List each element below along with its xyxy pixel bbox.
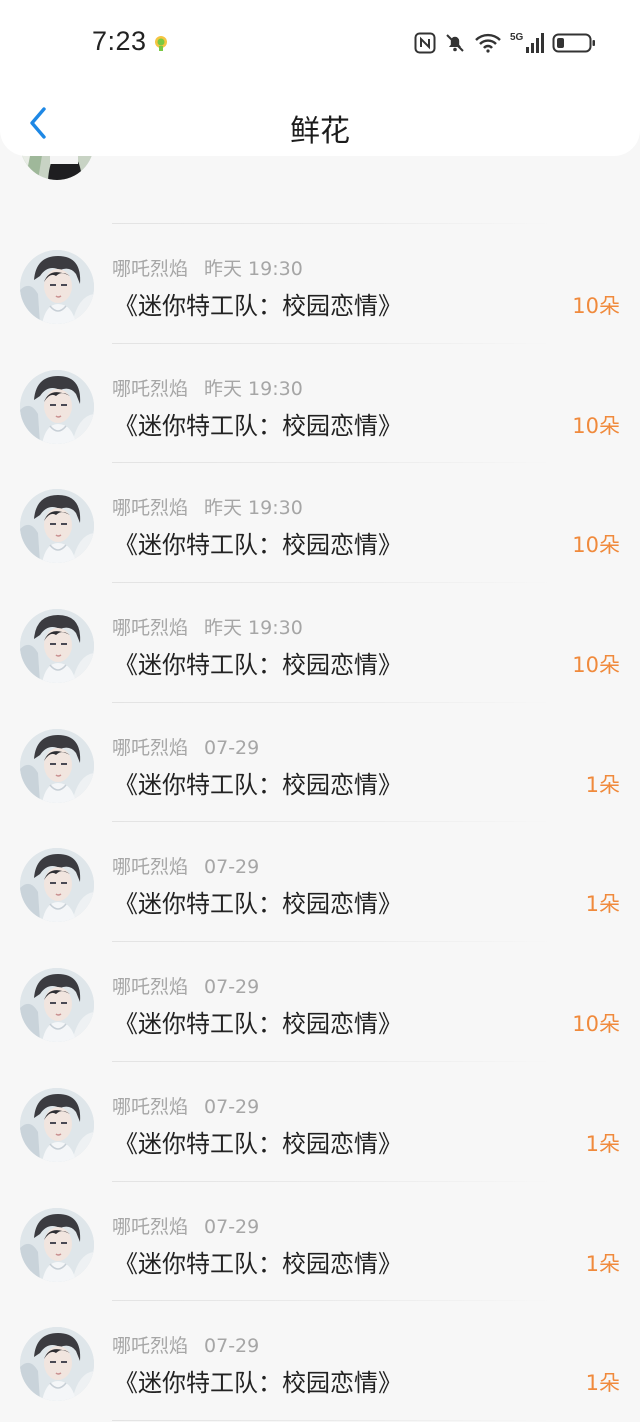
work-title[interactable]: 《迷你特工队：校园恋情》	[114, 1363, 402, 1398]
item-meta: 哪吒烈焰 昨天 19:30	[112, 254, 303, 281]
app-notification-icon	[155, 36, 167, 51]
gift-time: 07-29	[204, 856, 260, 879]
avatar[interactable]	[20, 968, 94, 1043]
avatar[interactable]	[20, 609, 94, 684]
list-item[interactable]: 哪吒烈焰 07-29 《迷你特工队：校园恋情》 1朵	[0, 1182, 640, 1302]
user-name[interactable]: 哪吒烈焰	[112, 1335, 188, 1357]
gift-time: 昨天 19:30	[204, 258, 303, 280]
nav-header: 鲜花	[0, 88, 640, 156]
list-item[interactable]: 哪吒烈焰 07-29 《迷你特工队：校园恋情》 10朵	[0, 942, 640, 1062]
flower-count: 1朵	[585, 1251, 620, 1276]
flower-count: 10朵	[572, 1012, 620, 1037]
work-title[interactable]: 《迷你特工队：校园恋情》	[114, 1244, 402, 1279]
battery-icon	[552, 31, 596, 55]
page-title: 鲜花	[290, 114, 350, 149]
list-item[interactable]: 哪吒烈焰 07-29 《迷你特工队：校园恋情》 1朵	[0, 822, 640, 943]
flower-count: 1朵	[585, 1371, 620, 1396]
flower-count: 10朵	[572, 653, 620, 678]
flower-list[interactable]: 《迷你特工队：校园恋情》 10朵 哪吒烈焰昨天 19:30 《迷你特工队：校园恋…	[0, 104, 640, 1421]
gift-time: 昨天 19:30	[204, 617, 303, 640]
list-item[interactable]: 哪吒烈焰 昨天 19:30 《迷你特工队：校园恋情》 10朵	[0, 344, 640, 464]
status-bar: 7:23 5G	[0, 0, 640, 86]
work-title[interactable]: 《迷你特工队：校园恋情》	[114, 406, 402, 441]
user-name[interactable]: 哪吒烈焰	[112, 378, 188, 400]
gift-time: 07-29	[204, 736, 260, 759]
avatar[interactable]	[20, 369, 94, 444]
flower-count: 1朵	[585, 892, 620, 917]
user-name[interactable]: 哪吒烈焰	[112, 856, 188, 878]
user-name[interactable]: 哪吒烈焰	[112, 258, 188, 280]
list-item[interactable]: 哪吒烈焰 07-29 《迷你特工队：校园恋情》 1朵	[0, 703, 640, 823]
avatar[interactable]	[20, 848, 94, 923]
flower-count: 10朵	[572, 413, 620, 438]
item-meta: 哪吒烈焰 07-29	[112, 1092, 259, 1119]
item-meta: 哪吒烈焰 07-29	[112, 1212, 259, 1239]
avatar[interactable]	[20, 489, 94, 564]
mute-bell-icon	[444, 31, 466, 55]
avatar[interactable]	[20, 250, 94, 324]
gift-time: 07-29	[204, 1335, 260, 1358]
list-item[interactable]: 哪吒烈焰 昨天 19:30 《迷你特工队：校园恋情》 10朵	[0, 224, 640, 344]
flower-count: 1朵	[585, 1131, 620, 1156]
user-name[interactable]: 哪吒烈焰	[112, 976, 188, 998]
list-item[interactable]: 哪吒烈焰 昨天 19:30 《迷你特工队：校园恋情》 10朵	[0, 583, 640, 703]
user-name[interactable]: 哪吒烈焰	[112, 497, 188, 519]
wifi-icon	[474, 31, 502, 55]
gift-time: 07-29	[204, 1095, 260, 1118]
work-title[interactable]: 《迷你特工队：校园恋情》	[114, 765, 402, 800]
item-meta: 哪吒烈焰 昨天 19:30	[112, 493, 303, 520]
work-title[interactable]: 《迷你特工队：校园恋情》	[114, 1124, 402, 1159]
avatar[interactable]	[20, 1207, 94, 1282]
work-title[interactable]: 《迷你特工队：校园恋情》	[114, 884, 402, 919]
work-title[interactable]: 《迷你特工队：校园恋情》	[114, 286, 402, 321]
item-meta: 哪吒烈焰 07-29	[112, 852, 259, 879]
divider	[112, 1419, 552, 1421]
item-meta: 哪吒烈焰 07-29	[112, 972, 259, 999]
user-name[interactable]: 哪吒烈焰	[112, 617, 188, 639]
avatar[interactable]	[20, 1087, 94, 1162]
work-title[interactable]: 《迷你特工队：校园恋情》	[114, 525, 402, 560]
work-title[interactable]: 《迷你特工队：校园恋情》	[114, 645, 402, 680]
top-bar: 7:23 5G 鲜花	[0, 0, 640, 156]
5g-signal-icon: 5G	[510, 31, 544, 55]
network-label: 5G	[510, 32, 524, 43]
list-item[interactable]: 哪吒烈焰 07-29 《迷你特工队：校园恋情》 1朵	[0, 1062, 640, 1182]
item-meta: 哪吒烈焰 昨天 19:30	[112, 613, 303, 640]
list-item[interactable]: 哪吒烈焰 07-29 《迷你特工队：校园恋情》 1朵	[0, 1301, 640, 1421]
item-meta: 哪吒烈焰 07-29	[112, 733, 259, 760]
item-meta: 哪吒烈焰 07-29	[112, 1331, 259, 1358]
gift-time: 07-29	[204, 1215, 260, 1238]
user-name[interactable]: 哪吒烈焰	[112, 1096, 188, 1118]
item-meta: 哪吒烈焰 昨天 19:30	[112, 374, 303, 401]
avatar[interactable]	[20, 1327, 94, 1402]
nfc-icon	[414, 31, 436, 55]
flower-count: 10朵	[572, 533, 620, 558]
flower-count: 1朵	[585, 772, 620, 797]
work-title[interactable]: 《迷你特工队：校园恋情》	[114, 1004, 402, 1039]
user-name[interactable]: 哪吒烈焰	[112, 737, 188, 759]
gift-time: 昨天 19:30	[204, 497, 303, 520]
screen: 《迷你特工队：校园恋情》 10朵 哪吒烈焰昨天 19:30 《迷你特工队：校园恋…	[0, 0, 640, 1422]
list-item[interactable]: 哪吒烈焰 昨天 19:30 《迷你特工队：校园恋情》 10朵	[0, 463, 640, 584]
gift-time: 昨天 19:30	[204, 377, 303, 400]
gift-time: 07-29	[204, 976, 260, 999]
status-time: 7:23	[92, 26, 147, 56]
user-name[interactable]: 哪吒烈焰	[112, 1216, 188, 1238]
avatar[interactable]	[20, 728, 94, 803]
flower-count: 10朵	[572, 294, 620, 318]
